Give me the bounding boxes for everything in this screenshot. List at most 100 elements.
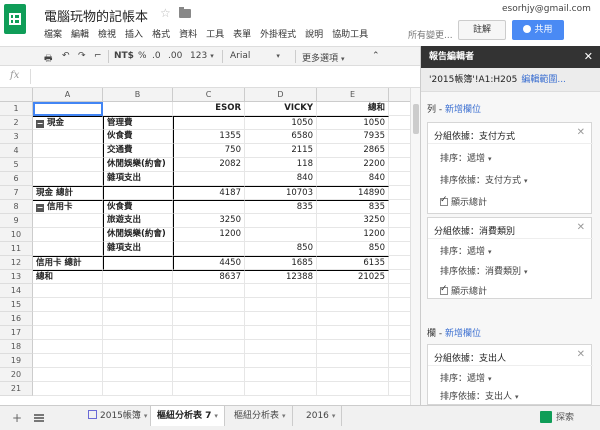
cell-c3[interactable]: 1355: [173, 130, 245, 144]
currency-format-button[interactable]: NT$: [114, 51, 134, 61]
cell-c21[interactable]: [173, 382, 245, 396]
share-button[interactable]: 共用: [512, 20, 564, 40]
percent-format-button[interactable]: %: [138, 51, 147, 61]
print-icon[interactable]: 🖶: [44, 51, 53, 67]
row-header-21[interactable]: 21: [0, 382, 33, 396]
cell-c18[interactable]: [173, 340, 245, 354]
cell-d5[interactable]: 118: [245, 158, 317, 172]
cell-d1[interactable]: VICKY: [245, 102, 317, 116]
row-header-5[interactable]: 5: [0, 158, 33, 172]
row-header-2[interactable]: 2: [0, 116, 33, 130]
row-header-20[interactable]: 20: [0, 368, 33, 382]
cell-f6[interactable]: [389, 172, 410, 186]
cell-c12[interactable]: 4450: [173, 256, 245, 270]
cell-d21[interactable]: [245, 382, 317, 396]
cell-f11[interactable]: [389, 242, 410, 256]
column-header-b[interactable]: B: [103, 88, 173, 102]
row-header-19[interactable]: 19: [0, 354, 33, 368]
cell-a21[interactable]: [33, 382, 103, 396]
cell-b1[interactable]: [103, 102, 173, 116]
cell-d9[interactable]: [245, 214, 317, 228]
cell-e11[interactable]: 850: [317, 242, 389, 256]
decrease-decimal-button[interactable]: .0: [152, 51, 161, 61]
cell-a7[interactable]: 現金 總計: [33, 186, 103, 200]
cell-d14[interactable]: [245, 284, 317, 298]
cell-c7[interactable]: 4187: [173, 186, 245, 200]
cell-c17[interactable]: [173, 326, 245, 340]
cell-f5[interactable]: [389, 158, 410, 172]
column-header-f[interactable]: [389, 88, 410, 102]
cell-f8[interactable]: [389, 200, 410, 214]
cell-a4[interactable]: [33, 144, 103, 158]
cell-c9[interactable]: 3250: [173, 214, 245, 228]
cell-d20[interactable]: [245, 368, 317, 382]
row-header-16[interactable]: 16: [0, 312, 33, 326]
cell-f13[interactable]: [389, 270, 410, 284]
cell-f1[interactable]: [389, 102, 410, 116]
row-header-17[interactable]: 17: [0, 326, 33, 340]
star-icon[interactable]: ☆: [160, 6, 171, 20]
cell-e15[interactable]: [317, 298, 389, 312]
cell-e10[interactable]: 1200: [317, 228, 389, 242]
cell-f7[interactable]: [389, 186, 410, 200]
collapse-group-icon[interactable]: −: [36, 120, 44, 128]
menu-insert[interactable]: 插入: [125, 27, 143, 40]
menu-tools[interactable]: 工具: [206, 27, 224, 40]
cell-e21[interactable]: [317, 382, 389, 396]
cell-b16[interactable]: [103, 312, 173, 326]
cell-c14[interactable]: [173, 284, 245, 298]
cell-e1[interactable]: 總和: [317, 102, 389, 116]
cell-b18[interactable]: [103, 340, 173, 354]
cell-d12[interactable]: 1685: [245, 256, 317, 270]
cell-a5[interactable]: [33, 158, 103, 172]
cell-a10[interactable]: [33, 228, 103, 242]
cell-e16[interactable]: [317, 312, 389, 326]
cell-f19[interactable]: [389, 354, 410, 368]
cell-b14[interactable]: [103, 284, 173, 298]
cell-e8[interactable]: 835: [317, 200, 389, 214]
cell-e4[interactable]: 2865: [317, 144, 389, 158]
cell-e5[interactable]: 2200: [317, 158, 389, 172]
collapse-group-icon[interactable]: −: [36, 204, 44, 212]
sort-order-select[interactable]: 排序：遞增 ▾: [440, 371, 492, 384]
cell-a15[interactable]: [33, 298, 103, 312]
column-header-a[interactable]: A: [33, 88, 103, 102]
cell-c1[interactable]: ESOR: [173, 102, 245, 116]
cell-e19[interactable]: [317, 354, 389, 368]
cols-add-field-link[interactable]: 新增欄位: [445, 329, 481, 339]
sort-order-select[interactable]: 排序：遞增 ▾: [440, 244, 492, 257]
cell-a1[interactable]: [33, 102, 103, 116]
scrollbar-thumb[interactable]: [413, 104, 419, 134]
cell-f4[interactable]: [389, 144, 410, 158]
save-status[interactable]: 所有變更...: [408, 28, 453, 41]
cell-b13[interactable]: [103, 270, 173, 284]
cell-e13[interactable]: 21025: [317, 270, 389, 284]
cell-a17[interactable]: [33, 326, 103, 340]
menu-edit[interactable]: 編輯: [71, 27, 89, 40]
sort-by-select[interactable]: 排序依據：消費類別 ▾: [440, 264, 528, 277]
undo-icon[interactable]: ↶: [62, 51, 70, 61]
cell-c4[interactable]: 750: [173, 144, 245, 158]
cell-a2[interactable]: − 現金: [33, 116, 103, 130]
close-icon[interactable]: ✕: [577, 127, 585, 138]
cell-a13[interactable]: 總和: [33, 270, 103, 284]
column-header-e[interactable]: E: [317, 88, 389, 102]
cell-f2[interactable]: [389, 116, 410, 130]
cell-d18[interactable]: [245, 340, 317, 354]
cell-b3[interactable]: 伙食費: [103, 130, 173, 144]
cell-d7[interactable]: 10703: [245, 186, 317, 200]
column-header-c[interactable]: C: [173, 88, 245, 102]
row-header-8[interactable]: 8: [0, 200, 33, 214]
row-header-7[interactable]: 7: [0, 186, 33, 200]
cell-e20[interactable]: [317, 368, 389, 382]
cell-e6[interactable]: 840: [317, 172, 389, 186]
cell-c5[interactable]: 2082: [173, 158, 245, 172]
select-all-corner[interactable]: [0, 88, 33, 102]
row-header-18[interactable]: 18: [0, 340, 33, 354]
cell-d10[interactable]: [245, 228, 317, 242]
sheet-tab-2015[interactable]: 2015帳簿 ▾: [82, 406, 155, 426]
close-icon[interactable]: ✕: [577, 349, 585, 360]
spreadsheet-grid[interactable]: A B C D E 1 2 3 4 5 6 7 8 9 10 11 12 13 14 15 16 17 18 19 2…: [0, 88, 410, 405]
add-sheet-icon[interactable]: +: [12, 411, 22, 425]
menu-form[interactable]: 表單: [233, 27, 251, 40]
